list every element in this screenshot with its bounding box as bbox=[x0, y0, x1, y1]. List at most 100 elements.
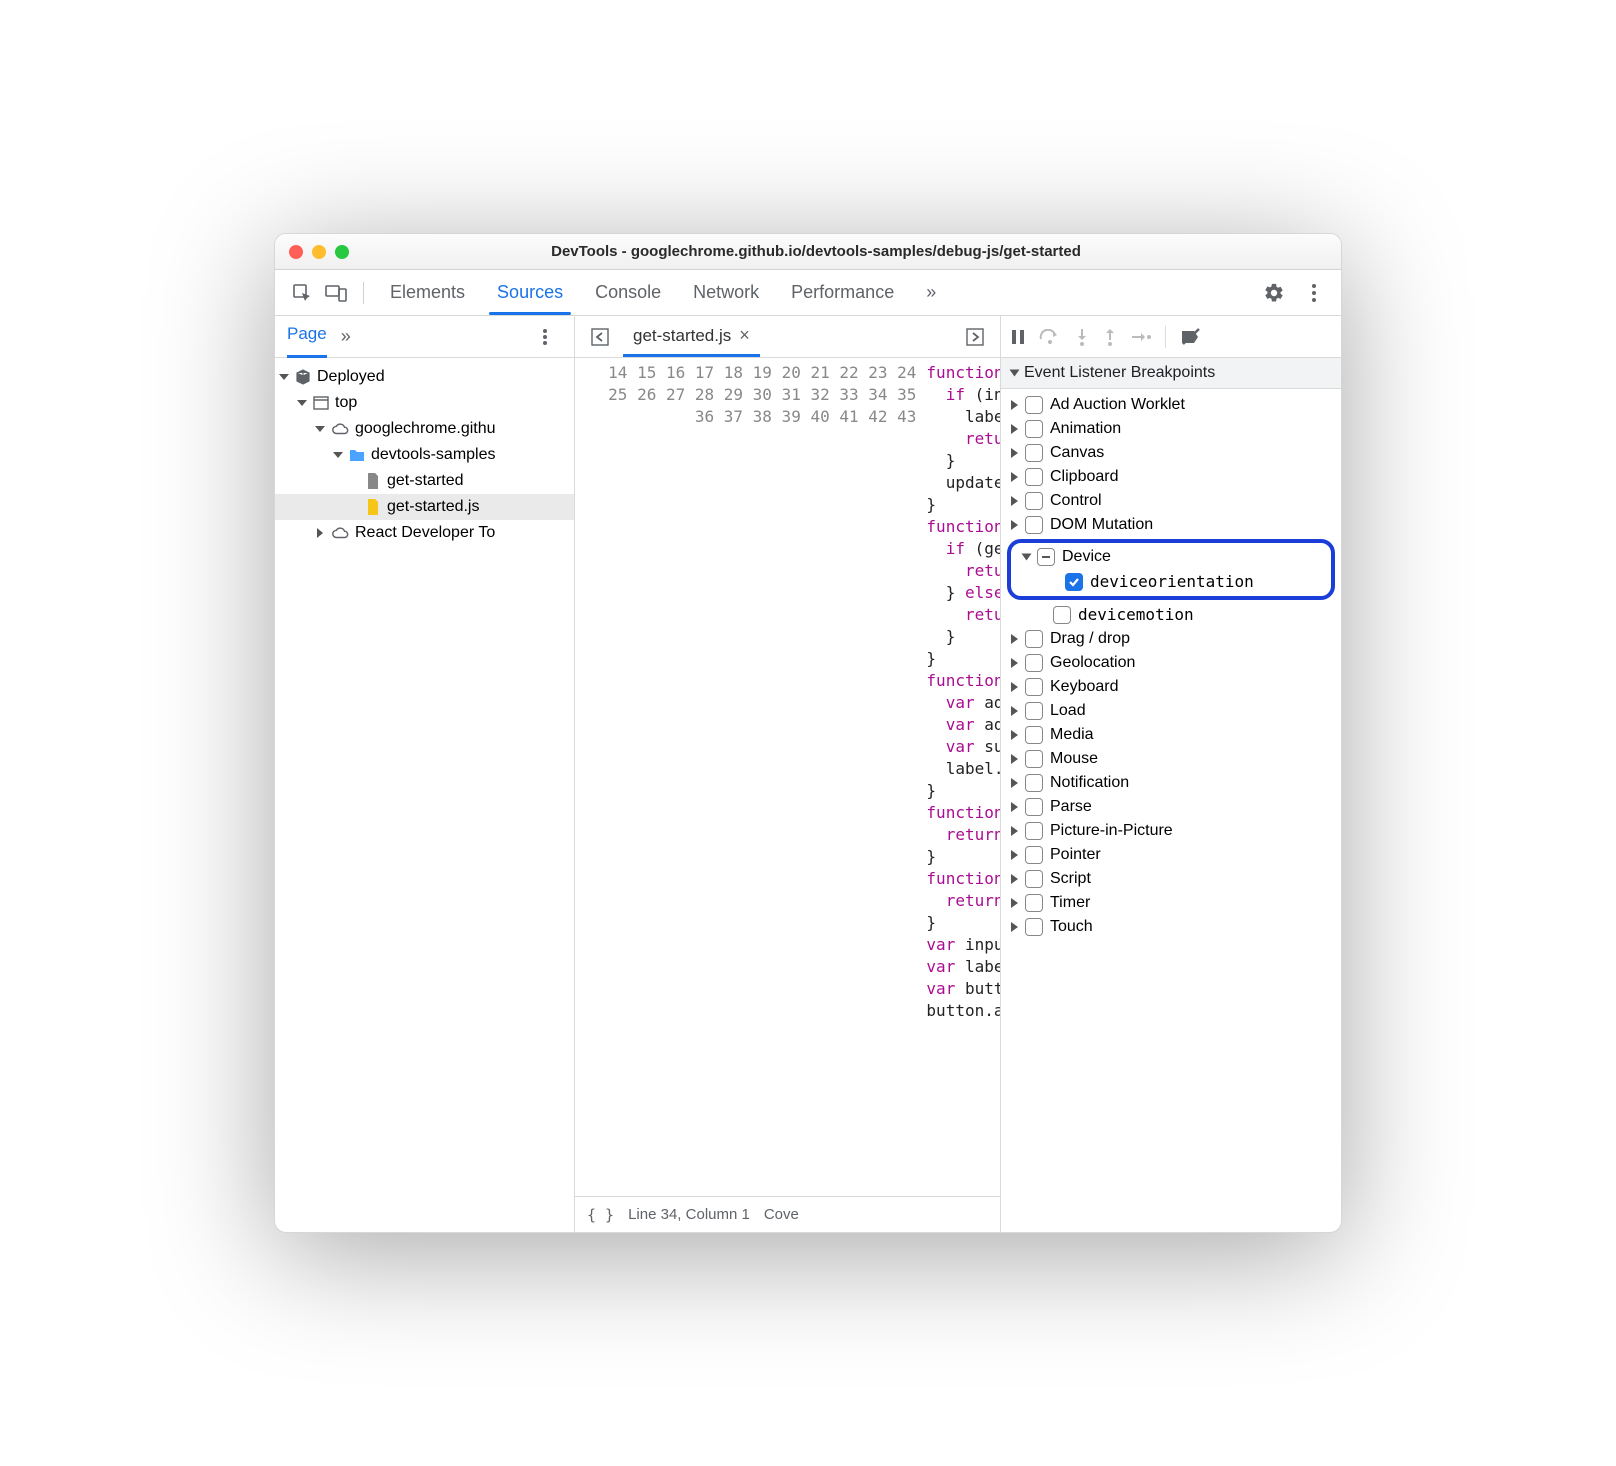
checkbox[interactable] bbox=[1025, 918, 1043, 936]
inspect-element-icon[interactable] bbox=[285, 276, 319, 310]
step-over-icon[interactable] bbox=[1039, 329, 1061, 345]
category-animation[interactable]: Animation bbox=[1001, 417, 1341, 441]
category-label: Load bbox=[1050, 702, 1086, 720]
js-file-icon bbox=[365, 499, 381, 515]
checkbox[interactable] bbox=[1065, 573, 1083, 591]
tree-origin[interactable]: googlechrome.githu bbox=[275, 416, 574, 442]
category-touch[interactable]: Touch bbox=[1001, 915, 1341, 939]
category-ad-auction-worklet[interactable]: Ad Auction Worklet bbox=[1001, 393, 1341, 417]
checkbox[interactable] bbox=[1053, 606, 1071, 624]
category-label: Media bbox=[1050, 726, 1094, 744]
tree-file-html[interactable]: get-started bbox=[275, 468, 574, 494]
breakpoints-section-header[interactable]: Event Listener Breakpoints bbox=[1001, 358, 1341, 389]
nav-next-icon[interactable] bbox=[958, 320, 992, 354]
checkbox[interactable] bbox=[1025, 774, 1043, 792]
editor-tab[interactable]: get-started.js × bbox=[623, 317, 760, 357]
checkbox[interactable] bbox=[1025, 654, 1043, 672]
checkbox[interactable] bbox=[1025, 846, 1043, 864]
category-label: Animation bbox=[1050, 420, 1121, 438]
category-parse[interactable]: Parse bbox=[1001, 795, 1341, 819]
tree-deployed[interactable]: Deployed bbox=[275, 364, 574, 390]
maximize-window-button[interactable] bbox=[335, 245, 349, 259]
category-label: DOM Mutation bbox=[1050, 516, 1153, 534]
category-label: Notification bbox=[1050, 774, 1129, 792]
category-timer[interactable]: Timer bbox=[1001, 891, 1341, 915]
tree-file-js[interactable]: get-started.js bbox=[275, 494, 574, 520]
settings-icon[interactable] bbox=[1257, 276, 1291, 310]
category-clipboard[interactable]: Clipboard bbox=[1001, 465, 1341, 489]
tab-performance[interactable]: Performance bbox=[775, 272, 910, 313]
category-label: Clipboard bbox=[1050, 468, 1118, 486]
category-canvas[interactable]: Canvas bbox=[1001, 441, 1341, 465]
checkbox[interactable] bbox=[1025, 726, 1043, 744]
chevron-right-icon bbox=[1011, 448, 1018, 458]
checkbox[interactable] bbox=[1025, 750, 1043, 768]
tree-file-js-label: get-started.js bbox=[387, 498, 479, 516]
category-drag-drop[interactable]: Drag / drop bbox=[1001, 627, 1341, 651]
checkbox[interactable] bbox=[1025, 702, 1043, 720]
checkbox[interactable] bbox=[1025, 420, 1043, 438]
folder-icon bbox=[349, 447, 365, 463]
pretty-print-icon[interactable]: { } bbox=[587, 1206, 614, 1224]
minimize-window-button[interactable] bbox=[312, 245, 326, 259]
tab-sources[interactable]: Sources bbox=[481, 272, 579, 313]
pause-icon[interactable] bbox=[1011, 329, 1025, 345]
deactivate-breakpoints-icon[interactable] bbox=[1180, 328, 1202, 346]
category-load[interactable]: Load bbox=[1001, 699, 1341, 723]
tab-network[interactable]: Network bbox=[677, 272, 775, 313]
category-label: Canvas bbox=[1050, 444, 1104, 462]
category-picture-in-picture[interactable]: Picture-in-Picture bbox=[1001, 819, 1341, 843]
chevron-right-icon bbox=[1011, 730, 1018, 740]
tree-top[interactable]: top bbox=[275, 390, 574, 416]
category-geolocation[interactable]: Geolocation bbox=[1001, 651, 1341, 675]
tree-extension-label: React Developer To bbox=[355, 524, 495, 542]
close-tab-icon[interactable]: × bbox=[739, 325, 750, 346]
sidebar-kebab-icon[interactable] bbox=[528, 320, 562, 354]
step-icon[interactable] bbox=[1131, 330, 1151, 344]
tree-extension[interactable]: React Developer To bbox=[275, 520, 574, 546]
checkbox[interactable] bbox=[1025, 396, 1043, 414]
tab-console[interactable]: Console bbox=[579, 272, 677, 313]
checkbox[interactable] bbox=[1025, 822, 1043, 840]
step-into-icon[interactable] bbox=[1075, 328, 1089, 346]
tree-folder[interactable]: devtools-samples bbox=[275, 442, 574, 468]
category-mouse[interactable]: Mouse bbox=[1001, 747, 1341, 771]
chevron-right-icon bbox=[1011, 658, 1018, 668]
event-devicemotion[interactable]: devicemotion bbox=[1001, 602, 1341, 627]
category-script[interactable]: Script bbox=[1001, 867, 1341, 891]
nav-prev-icon[interactable] bbox=[583, 320, 617, 354]
device-toggle-icon[interactable] bbox=[319, 276, 353, 310]
checkbox[interactable] bbox=[1037, 548, 1055, 566]
sidebar-tab-page[interactable]: Page bbox=[287, 324, 327, 350]
category-dom-mutation[interactable]: DOM Mutation bbox=[1001, 513, 1341, 537]
tabs-more[interactable]: » bbox=[910, 272, 952, 313]
category-media[interactable]: Media bbox=[1001, 723, 1341, 747]
step-out-icon[interactable] bbox=[1103, 328, 1117, 346]
event-deviceorientation[interactable]: deviceorientation bbox=[1013, 569, 1329, 594]
category-keyboard[interactable]: Keyboard bbox=[1001, 675, 1341, 699]
code-editor[interactable]: 14 15 16 17 18 19 20 21 22 23 24 25 26 2… bbox=[575, 358, 1000, 1196]
checkbox[interactable] bbox=[1025, 870, 1043, 888]
sidebar-tabs-more[interactable]: » bbox=[341, 326, 351, 347]
checkbox[interactable] bbox=[1025, 894, 1043, 912]
editor-tab-filename: get-started.js bbox=[633, 326, 731, 346]
tree-deployed-label: Deployed bbox=[317, 368, 385, 386]
breakpoint-categories: Ad Auction Worklet Animation Canvas Clipboa… bbox=[1001, 389, 1341, 1232]
file-icon bbox=[365, 473, 381, 489]
category-device[interactable]: Device bbox=[1013, 545, 1329, 569]
checkbox[interactable] bbox=[1025, 468, 1043, 486]
checkbox[interactable] bbox=[1025, 798, 1043, 816]
category-pointer[interactable]: Pointer bbox=[1001, 843, 1341, 867]
checkbox[interactable] bbox=[1025, 492, 1043, 510]
checkbox[interactable] bbox=[1025, 630, 1043, 648]
checkbox[interactable] bbox=[1025, 516, 1043, 534]
category-control[interactable]: Control bbox=[1001, 489, 1341, 513]
category-notification[interactable]: Notification bbox=[1001, 771, 1341, 795]
titlebar: DevTools - googlechrome.github.io/devtoo… bbox=[275, 234, 1341, 270]
tab-elements[interactable]: Elements bbox=[374, 272, 481, 313]
kebab-menu-icon[interactable] bbox=[1297, 276, 1331, 310]
cloud-icon bbox=[331, 526, 349, 540]
checkbox[interactable] bbox=[1025, 444, 1043, 462]
close-window-button[interactable] bbox=[289, 245, 303, 259]
checkbox[interactable] bbox=[1025, 678, 1043, 696]
